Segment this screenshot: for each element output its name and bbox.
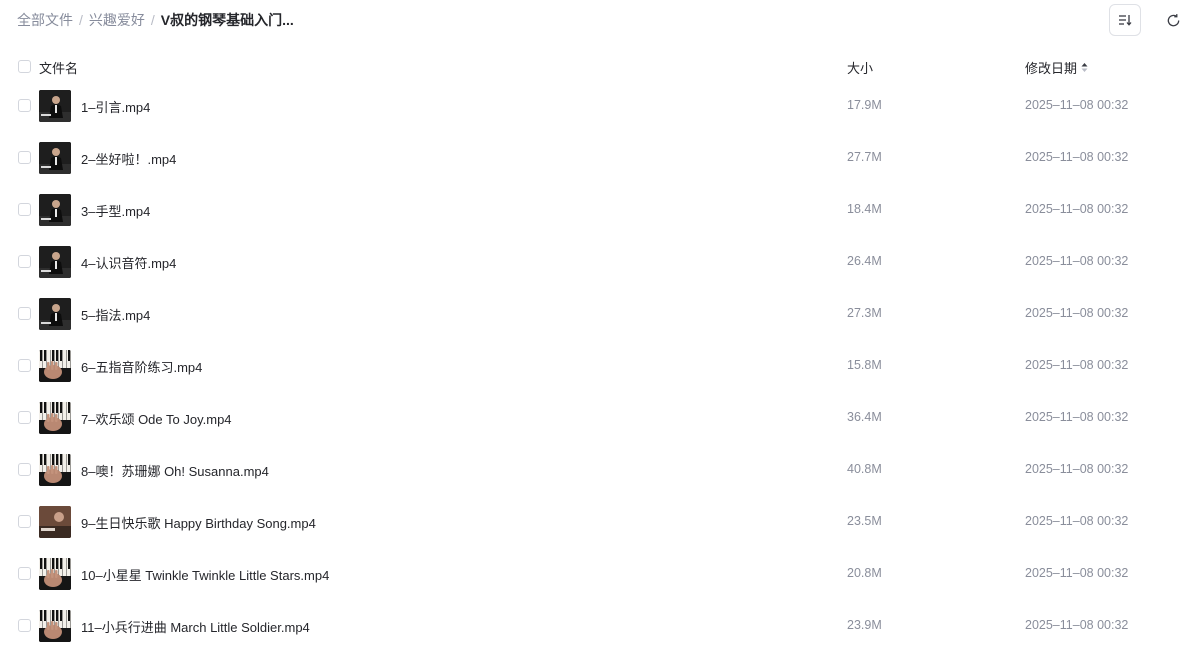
video-thumbnail[interactable]	[39, 298, 71, 330]
table-row[interactable]: 2–坐好啦！.mp4 27.7M 2025–11–08 00:32	[0, 132, 1194, 184]
file-modified-date: 2025–11–08 00:32	[1025, 202, 1129, 216]
file-size: 27.7M	[847, 150, 882, 164]
breadcrumb-separator: /	[150, 12, 155, 28]
file-modified-date: 2025–11–08 00:32	[1025, 150, 1129, 164]
table-row[interactable]: 9–生日快乐歌 Happy Birthday Song.mp4 23.5M 2025…	[0, 496, 1194, 548]
video-thumbnail[interactable]	[39, 610, 71, 642]
file-size: 20.8M	[847, 566, 882, 580]
column-header-name[interactable]: 文件名	[39, 58, 78, 77]
file-name[interactable]: 9–生日快乐歌 Happy Birthday Song.mp4	[81, 513, 316, 532]
sort-caret-icon	[1081, 63, 1088, 72]
video-thumbnail[interactable]	[39, 142, 71, 174]
refresh-icon	[1167, 13, 1179, 26]
table-row[interactable]: 4–认识音符.mp4 26.4M 2025–11–08 00:32	[0, 236, 1194, 288]
video-thumbnail[interactable]	[39, 454, 71, 486]
file-name[interactable]: 5–指法.mp4	[81, 305, 150, 324]
video-thumbnail[interactable]	[39, 194, 71, 226]
file-name[interactable]: 2–坐好啦！.mp4	[81, 149, 176, 168]
row-checkbox[interactable]	[18, 515, 31, 528]
file-name[interactable]: 6–五指音阶练习.mp4	[81, 357, 202, 376]
file-modified-date: 2025–11–08 00:32	[1025, 306, 1129, 320]
file-name[interactable]: 3–手型.mp4	[81, 201, 150, 220]
row-checkbox[interactable]	[18, 411, 31, 424]
file-size: 17.9M	[847, 98, 882, 112]
file-modified-date: 2025–11–08 00:32	[1025, 462, 1129, 476]
file-browser-page: 全部文件 / 兴趣爱好 / V叔的钢琴基础入门... 文件名 大小 修改日期 1…	[0, 0, 1194, 659]
breadcrumb-current-folder: V叔的钢琴基础入门...	[160, 12, 294, 28]
file-modified-date: 2025–11–08 00:32	[1025, 254, 1129, 268]
sort-button[interactable]	[1109, 4, 1141, 36]
file-name[interactable]: 1–引言.mp4	[81, 97, 150, 116]
row-checkbox[interactable]	[18, 619, 31, 632]
table-row[interactable]: 11–小兵行进曲 March Little Soldier.mp4 23.9M 20…	[0, 600, 1194, 652]
file-size: 18.4M	[847, 202, 882, 216]
table-row[interactable]: 7–欢乐颂 Ode To Joy.mp4 36.4M 2025–11–08 00:3…	[0, 392, 1194, 444]
row-checkbox[interactable]	[18, 307, 31, 320]
row-checkbox[interactable]	[18, 99, 31, 112]
row-checkbox[interactable]	[18, 203, 31, 216]
table-row[interactable]: 1–引言.mp4 17.9M 2025–11–08 00:32	[0, 80, 1194, 132]
table-row[interactable]: 8–噢！苏珊娜 Oh! Susanna.mp4 40.8M 2025–11–08 0…	[0, 444, 1194, 496]
video-thumbnail[interactable]	[39, 350, 71, 382]
file-size: 15.8M	[847, 358, 882, 372]
video-thumbnail[interactable]	[39, 90, 71, 122]
sort-list-icon	[1119, 15, 1132, 26]
file-size: 23.5M	[847, 514, 882, 528]
breadcrumb: 全部文件 / 兴趣爱好 / V叔的钢琴基础入门...	[17, 10, 294, 30]
table-row[interactable]: 3–手型.mp4 18.4M 2025–11–08 00:32	[0, 184, 1194, 236]
video-thumbnail[interactable]	[39, 246, 71, 278]
file-size: 27.3M	[847, 306, 882, 320]
column-header-size[interactable]: 大小	[847, 58, 873, 77]
table-row[interactable]: 5–指法.mp4 27.3M 2025–11–08 00:32	[0, 288, 1194, 340]
file-modified-date: 2025–11–08 00:32	[1025, 514, 1129, 528]
row-checkbox[interactable]	[18, 255, 31, 268]
row-checkbox[interactable]	[18, 359, 31, 372]
file-name[interactable]: 7–欢乐颂 Ode To Joy.mp4	[81, 409, 232, 428]
refresh-button[interactable]	[1157, 4, 1189, 36]
breadcrumb-item-hobbies[interactable]: 兴趣爱好	[89, 10, 145, 30]
file-size: 40.8M	[847, 462, 882, 476]
table-row[interactable]: 10–小星星 Twinkle Twinkle Little Stars.mp4 2…	[0, 548, 1194, 600]
table-row[interactable]: 6–五指音阶练习.mp4 15.8M 2025–11–08 00:32	[0, 340, 1194, 392]
file-size: 23.9M	[847, 618, 882, 632]
file-name[interactable]: 10–小星星 Twinkle Twinkle Little Stars.mp4	[81, 565, 329, 584]
file-size: 36.4M	[847, 410, 882, 424]
table-header: 文件名 大小 修改日期	[0, 51, 1194, 81]
video-thumbnail[interactable]	[39, 402, 71, 434]
file-size: 26.4M	[847, 254, 882, 268]
video-thumbnail[interactable]	[39, 558, 71, 590]
row-checkbox[interactable]	[18, 151, 31, 164]
breadcrumb-item-all-files[interactable]: 全部文件	[17, 10, 73, 30]
video-thumbnail[interactable]	[39, 506, 71, 538]
row-checkbox[interactable]	[18, 567, 31, 580]
file-modified-date: 2025–11–08 00:32	[1025, 566, 1129, 580]
column-header-date-label: 修改日期	[1025, 61, 1078, 76]
file-modified-date: 2025–11–08 00:32	[1025, 98, 1129, 112]
file-modified-date: 2025–11–08 00:32	[1025, 618, 1129, 632]
file-modified-date: 2025–11–08 00:32	[1025, 410, 1129, 424]
file-name[interactable]: 4–认识音符.mp4	[81, 253, 176, 272]
select-all-checkbox[interactable]	[18, 60, 31, 73]
column-header-date[interactable]: 修改日期	[1025, 58, 1088, 77]
file-name[interactable]: 8–噢！苏珊娜 Oh! Susanna.mp4	[81, 461, 269, 480]
file-name[interactable]: 11–小兵行进曲 March Little Soldier.mp4	[81, 617, 310, 636]
row-checkbox[interactable]	[18, 463, 31, 476]
file-modified-date: 2025–11–08 00:32	[1025, 358, 1129, 372]
breadcrumb-separator: /	[79, 12, 83, 28]
